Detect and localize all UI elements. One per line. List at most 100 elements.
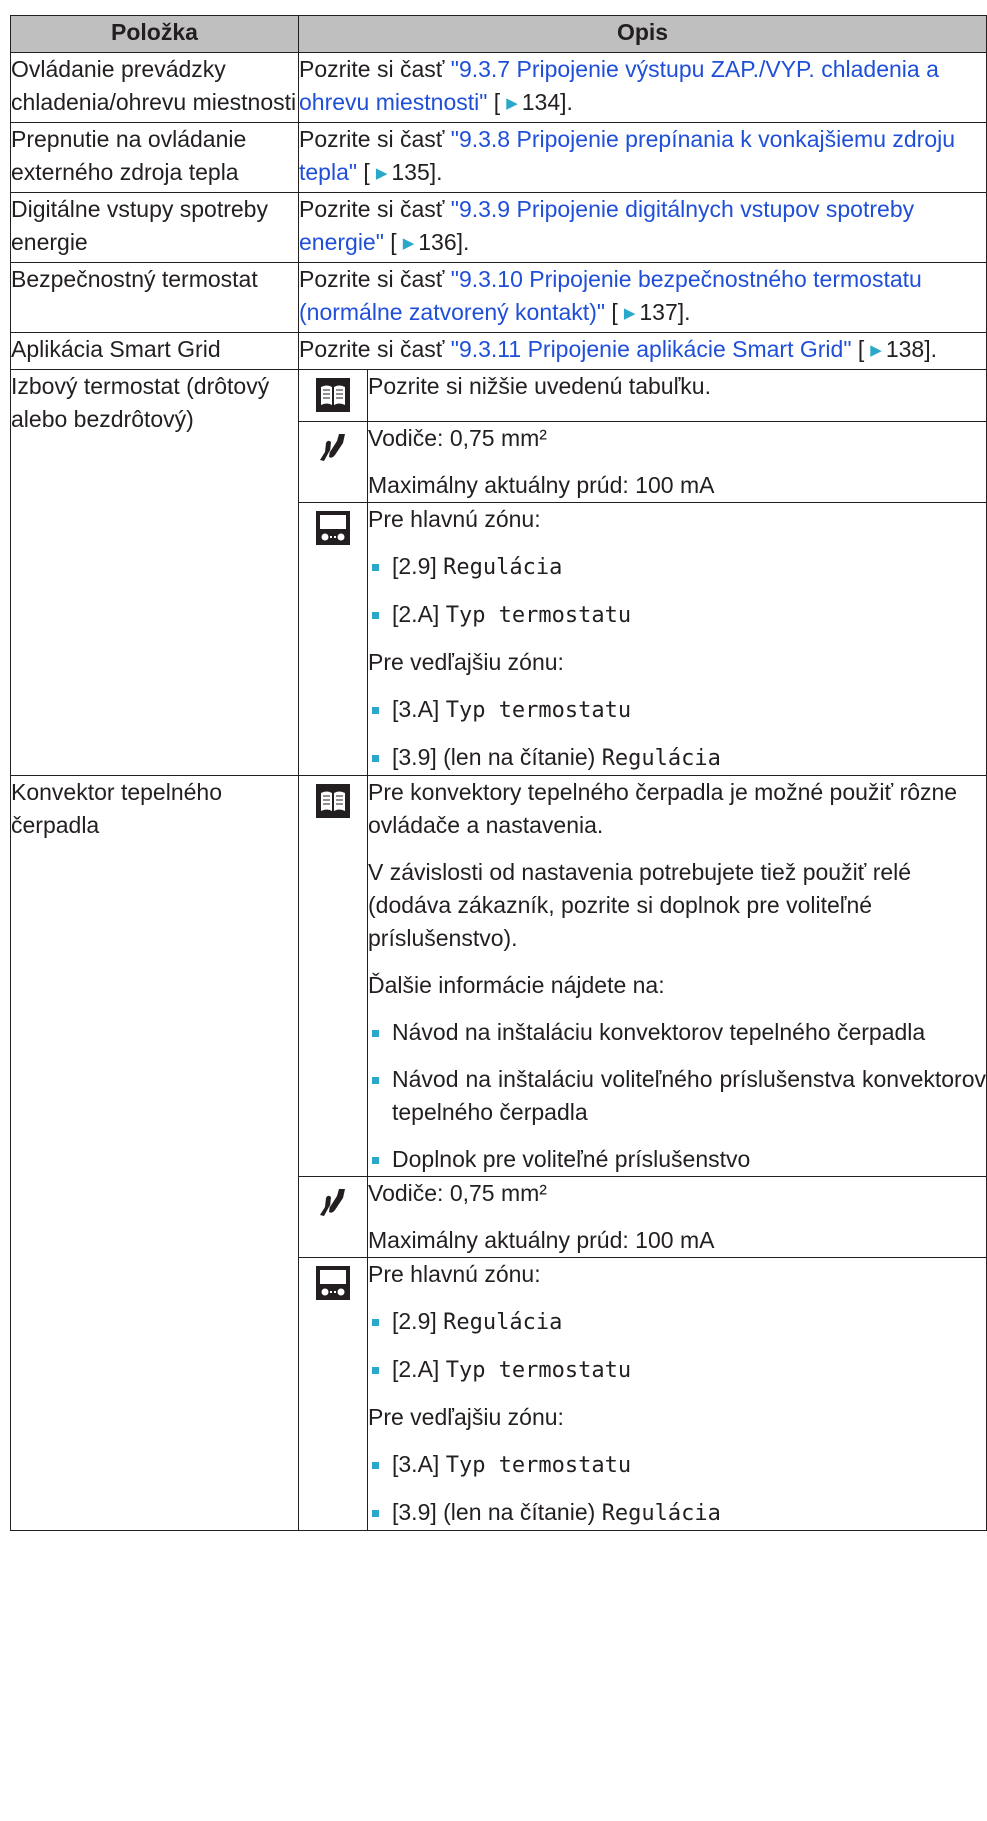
row-description: Pre hlavnú zónu: [2.9] Regulácia [2.A] T…	[367, 1257, 987, 1531]
menu-code: [2.9]	[392, 553, 444, 579]
menu-code: [2.A]	[392, 1356, 446, 1382]
list-item: [2.A] Typ termostatu	[368, 1353, 986, 1387]
page-bracket: ].	[429, 159, 443, 185]
page-bracket: ].	[677, 299, 691, 325]
row-item: Digitálne vstupy spotreby energie	[10, 192, 299, 263]
table-row: Prepnutie na ovládanie externého zdroja …	[10, 122, 987, 193]
list-item: [2.9] Regulácia	[368, 1305, 986, 1339]
page-arrow-icon: ▶	[375, 165, 388, 182]
page-bracket: [	[357, 159, 370, 185]
list-item: [2.9] Regulácia	[368, 550, 986, 584]
user-interface-icon	[316, 511, 350, 545]
icon-cell	[298, 369, 368, 422]
secondary-zone-label: Pre vedľajšiu zónu:	[368, 1404, 564, 1430]
row-description: Pozrite si časť "9.3.10 Pripojenie bezpe…	[298, 262, 987, 333]
list-item: [3.9] (len na čítanie) Regulácia	[368, 1496, 986, 1530]
menu-code: [3.9] (len na čítanie)	[392, 744, 602, 770]
row-item: Bezpečnostný termostat	[10, 262, 299, 333]
page-bracket: ].	[456, 229, 470, 255]
row-description: Pozrite si časť "9.3.9 Pripojenie digitá…	[298, 192, 987, 263]
row-item: Ovládanie prevádzky chladenia/ohrevu mie…	[10, 52, 299, 123]
paragraph: V závislosti od nastavenia potrebujete t…	[368, 859, 912, 951]
book-icon	[316, 378, 350, 412]
row-description: Vodiče: 0,75 mm² Maximálny aktuálny prúd…	[367, 421, 987, 503]
list-item: [3.A] Typ termostatu	[368, 693, 986, 727]
page-bracket: [	[487, 89, 501, 115]
reference-prefix: Pozrite si časť	[299, 196, 451, 222]
list-item: [3.9] (len na čítanie) Regulácia	[368, 741, 986, 775]
header-description: Opis	[298, 15, 987, 53]
row-description: Vodiče: 0,75 mm² Maximálny aktuálny prúd…	[367, 1176, 987, 1258]
table-row: Ovládanie prevádzky chladenia/ohrevu mie…	[10, 52, 987, 123]
secondary-zone-label: Pre vedľajšiu zónu:	[368, 649, 564, 675]
list-item: Návod na inštaláciu konvektorov tepelnéh…	[368, 1016, 986, 1049]
page-bracket: [	[383, 229, 397, 255]
menu-name: Regulácia	[443, 1310, 563, 1335]
table-row: Digitálne vstupy spotreby energie Pozrit…	[10, 192, 987, 263]
wire-spec: Vodiče: 0,75 mm²	[368, 1180, 547, 1206]
page-bracket: [	[851, 336, 865, 362]
row-description: Pozrite si časť "9.3.8 Pripojenie prepín…	[298, 122, 987, 193]
current-spec: Maximálny aktuálny prúd: 100 mA	[368, 1227, 715, 1253]
user-interface-icon	[316, 1266, 350, 1300]
specification-table: Položka Opis Ovládanie prevádzky chladen…	[10, 15, 987, 1531]
row-item: Aplikácia Smart Grid	[10, 332, 299, 370]
icon-cell	[298, 421, 368, 503]
wire-icon	[316, 1185, 350, 1219]
page-arrow-icon: ▶	[870, 342, 882, 359]
current-spec: Maximálny aktuálny prúd: 100 mA	[368, 472, 715, 498]
row-description: Pozrite si nižšie uvedenú tabuľku.	[367, 369, 987, 422]
menu-name: Regulácia	[601, 1501, 721, 1526]
menu-name: Typ termostatu	[445, 603, 632, 628]
paragraph: Ďalšie informácie nájdete na:	[368, 972, 665, 998]
menu-name: Regulácia	[601, 746, 721, 771]
menu-code: [3.9] (len na čítanie)	[392, 1499, 602, 1525]
table-row: Konvektor tepelného čerpadla Pre konvekt…	[10, 775, 987, 1531]
menu-name: Typ termostatu	[445, 698, 632, 723]
page-bracket: ].	[924, 336, 937, 362]
icon-cell	[298, 1257, 368, 1531]
table-row: Bezpečnostný termostat Pozrite si časť "…	[10, 262, 987, 333]
row-description: Pozrite si časť "9.3.11 Pripojenie aplik…	[298, 332, 987, 370]
row-description: Pre hlavnú zónu: [2.9] Regulácia [2.A] T…	[367, 502, 987, 776]
row-item: Izbový termostat (drôtový alebo bezdrôto…	[10, 369, 299, 776]
menu-code: [3.A]	[392, 1451, 446, 1477]
wire-spec: Vodiče: 0,75 mm²	[368, 425, 547, 451]
section-link[interactable]: "9.3.11 Pripojenie aplikácie Smart Grid"	[451, 336, 852, 362]
icon-cell	[298, 502, 368, 776]
menu-code: [2.9]	[392, 1308, 444, 1334]
table-header-row: Položka Opis	[10, 15, 987, 53]
page-arrow-icon: ▶	[623, 305, 636, 322]
wire-icon	[316, 430, 350, 464]
paragraph: Pre konvektory tepelného čerpadla je mož…	[368, 779, 958, 838]
page-number[interactable]: 134	[522, 89, 560, 115]
menu-code: [2.A]	[392, 601, 446, 627]
list-item: Návod na inštaláciu voliteľného prísluše…	[368, 1063, 986, 1129]
icon-cell	[298, 775, 368, 1177]
table-row: Izbový termostat (drôtový alebo bezdrôto…	[10, 369, 987, 776]
list-item: [3.A] Typ termostatu	[368, 1448, 986, 1482]
page-arrow-icon: ▶	[506, 95, 518, 112]
menu-name: Typ termostatu	[445, 1453, 632, 1478]
reference-prefix: Pozrite si časť	[299, 266, 451, 292]
page-number[interactable]: 136	[418, 229, 456, 255]
book-icon	[316, 784, 350, 818]
page-arrow-icon: ▶	[402, 235, 415, 252]
row-description: Pozrite si časť "9.3.7 Pripojenie výstup…	[298, 52, 987, 123]
reference-prefix: Pozrite si časť	[299, 126, 451, 152]
page-number[interactable]: 137	[639, 299, 677, 325]
main-zone-label: Pre hlavnú zónu:	[368, 506, 541, 532]
list-item: Doplnok pre voliteľné príslušenstvo	[368, 1143, 986, 1176]
page-bracket: [	[605, 299, 618, 325]
row-item: Prepnutie na ovládanie externého zdroja …	[10, 122, 299, 193]
reference-prefix: Pozrite si časť	[299, 56, 451, 82]
page-number[interactable]: 135	[391, 159, 429, 185]
table-row: Aplikácia Smart Grid Pozrite si časť "9.…	[10, 332, 987, 370]
menu-name: Regulácia	[443, 555, 563, 580]
header-item: Položka	[10, 15, 299, 53]
page-number[interactable]: 138	[886, 336, 924, 362]
reference-prefix: Pozrite si časť	[299, 336, 451, 362]
page-bracket: ].	[560, 89, 573, 115]
row-description: Pre konvektory tepelného čerpadla je mož…	[367, 775, 987, 1177]
main-zone-label: Pre hlavnú zónu:	[368, 1261, 541, 1287]
